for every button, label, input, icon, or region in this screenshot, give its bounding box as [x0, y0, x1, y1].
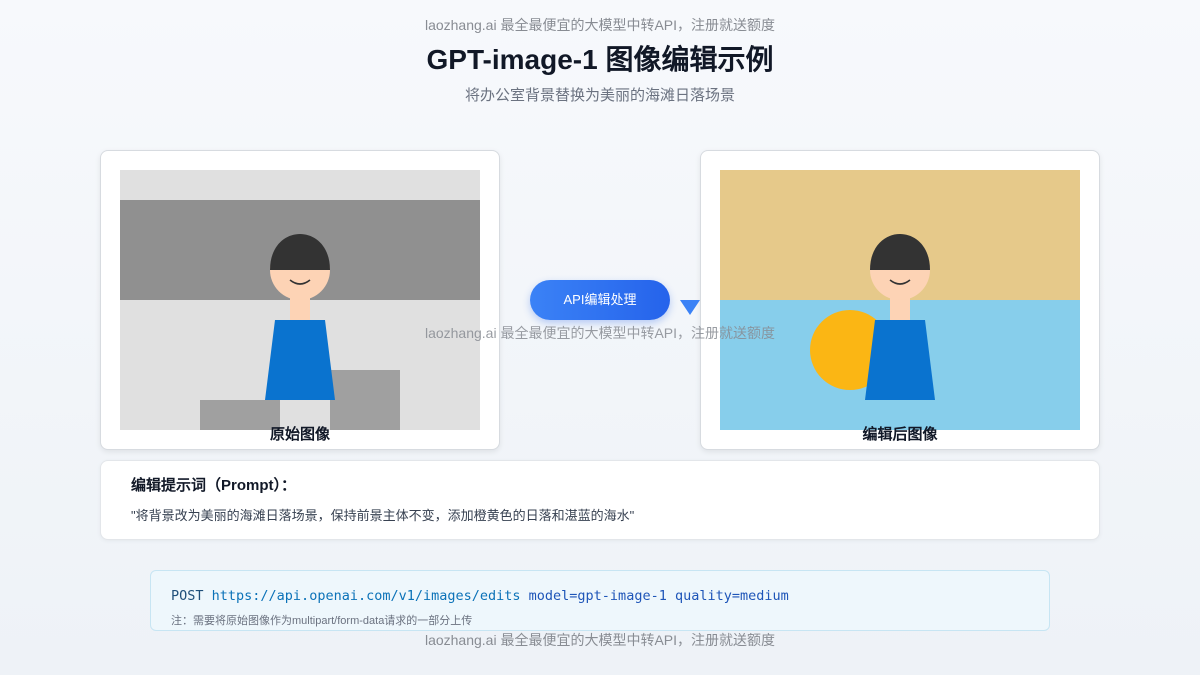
api-edit-process-button[interactable]: API编辑处理 [530, 280, 670, 320]
upload-note: 注：需要将原始图像作为multipart/form-data请求的一部分上传 [171, 615, 473, 627]
original-image-card: 原始图像 [100, 150, 500, 450]
person-neck [890, 298, 910, 322]
watermark-bottom: laozhang.ai 最全最便宜的大模型中转API，注册就送额度 [424, 632, 776, 648]
api-endpoint-url[interactable]: https://api.openai.com/v1/images/edits [212, 588, 521, 604]
original-image [120, 170, 480, 430]
prompt-text: "将背景改为美丽的海滩日落场景，保持前景主体不变，添加橙黄色的日落和湛蓝的海水" [131, 508, 635, 523]
request-params: model=gpt-image-1 quality=medium [528, 588, 789, 604]
edited-image [720, 170, 1080, 430]
page-title: GPT-image-1 图像编辑示例 [426, 44, 774, 75]
arrow-down-triangle-icon [680, 300, 700, 315]
http-method: POST [171, 588, 204, 604]
original-image-label: 原始图像 [269, 426, 330, 443]
watermark-top: laozhang.ai 最全最便宜的大模型中转API，注册就送额度 [424, 17, 776, 33]
prompt-panel: 编辑提示词（Prompt）： "将背景改为美丽的海滩日落场景，保持前景主体不变，… [100, 460, 1100, 540]
prompt-heading: 编辑提示词（Prompt）： [131, 477, 297, 494]
page-subtitle: 将办公室背景替换为美丽的海滩日落场景 [464, 87, 735, 104]
api-request-code-box: POST https://api.openai.com/v1/images/ed… [150, 570, 1050, 631]
api-request-line: POST https://api.openai.com/v1/images/ed… [171, 587, 789, 605]
edited-image-label: 编辑后图像 [862, 426, 938, 443]
edited-image-card: 编辑后图像 [700, 150, 1100, 450]
office-cabinet [330, 370, 400, 430]
watermark-middle: laozhang.ai 最全最便宜的大模型中转API，注册就送额度 [424, 325, 776, 341]
person-neck [290, 298, 310, 322]
